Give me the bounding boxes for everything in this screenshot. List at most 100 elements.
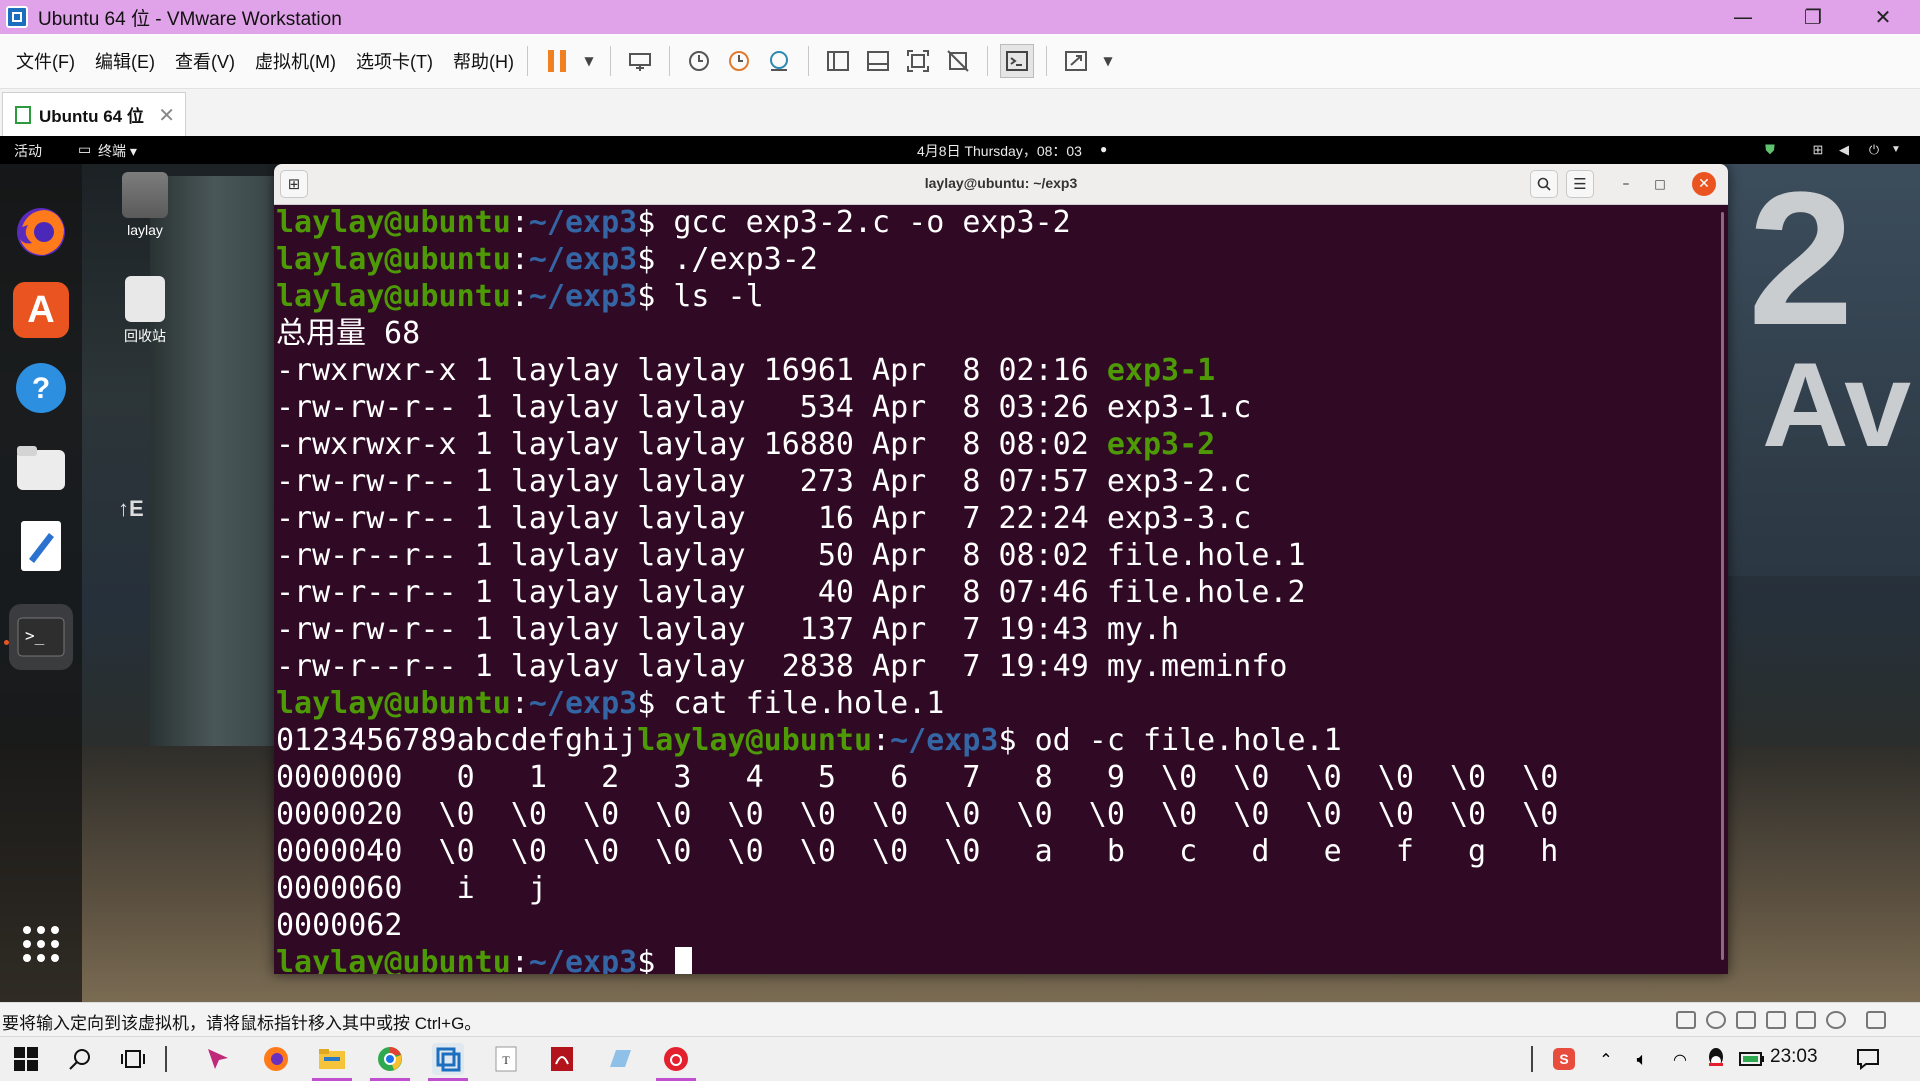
snapshot-manager-button[interactable] [762,44,796,78]
pause-button[interactable] [540,44,574,78]
menu-edit[interactable]: 编辑(E) [95,48,155,74]
volume-icon[interactable]: ◀ [1836,142,1852,158]
terminal-minimize-button[interactable]: – [1614,172,1638,196]
prompt-user: laylay@ubuntu [276,242,511,277]
taskbar-typora[interactable]: T [490,1043,522,1075]
system-menu-arrow-icon[interactable]: ▼ [1888,142,1904,158]
network-adapter-icon[interactable] [1736,1011,1756,1029]
minimize-button[interactable]: — [1708,0,1778,34]
taskbar-vmware[interactable] [432,1043,464,1075]
power-icon[interactable]: ⏻ [1866,142,1882,158]
output-text: 0000060 i j [276,871,547,906]
shield-icon[interactable]: ⛊ [1762,142,1778,158]
menu-vm[interactable]: 虚拟机(M) [255,48,336,74]
printer-icon[interactable] [1766,1011,1786,1029]
software-center-dock-icon[interactable]: A [13,282,69,338]
home-folder-label: laylay [127,222,163,238]
show-applications-button[interactable] [13,916,69,972]
taskbar-netease-music[interactable] [660,1043,692,1075]
terminal-line: -rw-rw-r-- 1 laylay laylay 137 Apr 7 19:… [276,611,1728,648]
tab-close-icon[interactable]: ✕ [158,103,175,127]
message-log-icon[interactable] [1866,1011,1886,1029]
toolbar-divider [526,46,528,76]
fullscreen-button[interactable] [901,44,935,78]
taskbar-app-blue[interactable] [604,1043,636,1075]
vm-display[interactable]: 2 Av ↑E 活动 ▭ 终端 ▾ 4月8日 Thursday，08：03 ● … [0,136,1920,1002]
terminal-maximize-button[interactable]: □ [1648,172,1672,196]
tray-overflow-chevron-icon[interactable]: ⌃ [1590,1043,1622,1075]
trash-desktop-icon[interactable]: 回收站 [100,276,190,346]
terminal-menu-button[interactable]: ☰ [1566,170,1594,198]
tray-sogou-input[interactable]: S [1548,1043,1580,1075]
library-view-button[interactable] [821,44,855,78]
taskbar-firefox[interactable] [260,1043,292,1075]
snapshot-button[interactable] [682,44,716,78]
home-folder-desktop-icon[interactable]: laylay [100,172,190,238]
menu-tabs[interactable]: 选项卡(T) [356,48,433,74]
cd-dvd-icon[interactable] [1706,1011,1726,1029]
tray-volume-icon[interactable]: 🔈︎ [1626,1043,1658,1075]
terminal-header-bar[interactable]: ⊞ laylay@ubuntu: ~/exp3 ☰ – □ ✕ [274,164,1728,205]
terminal-line: 0000020 \0 \0 \0 \0 \0 \0 \0 \0 \0 \0 \0… [276,796,1728,833]
revert-snapshot-button[interactable] [722,44,756,78]
files-dock-icon[interactable] [13,440,69,496]
tray-wifi-icon[interactable]: ◠ [1664,1043,1696,1075]
close-button[interactable]: ✕ [1848,0,1918,34]
start-button[interactable] [10,1043,42,1075]
file-name: my.meminfo [1106,649,1288,684]
taskbar-pdf-reader[interactable] [546,1043,578,1075]
menu-file[interactable]: 文件(F) [16,48,75,74]
task-view-button[interactable] [118,1043,150,1075]
file-listing-details: -rw-r--r-- 1 laylay laylay 50 Apr 8 08:0… [276,538,1107,573]
app-menu[interactable]: 终端 ▾ [98,141,137,161]
terminal-scrollbar[interactable] [1721,212,1724,960]
prompt-colon: : [510,242,529,277]
console-view-button[interactable] [999,44,1034,78]
thumbnail-bar-button[interactable] [861,44,895,78]
taskbar-clock[interactable]: 23:03 [1770,1046,1818,1068]
prompt-dollar: $ [637,945,674,974]
output-text: 0000000 0 1 2 3 4 5 6 7 8 9 \0 \0 \0 \0 … [276,760,1559,795]
taskbar-search-button[interactable] [64,1043,96,1075]
stretch-dropdown-button[interactable]: ▼ [1099,44,1117,78]
prompt-dollar: $ [637,242,674,277]
file-listing-details: -rw-r--r-- 1 laylay laylay 2838 Apr 7 19… [276,649,1107,684]
firefox-dock-icon[interactable] [13,204,69,260]
menu-view[interactable]: 查看(V) [175,48,235,74]
tray-qq-icon[interactable] [1700,1043,1732,1075]
prompt-colon: : [872,723,891,758]
prompt-user: laylay@ubuntu [637,723,873,758]
usb-device-icon[interactable] [1826,1011,1846,1029]
hard-disk-icon[interactable] [1676,1011,1696,1029]
gnome-clock[interactable]: 4月8日 Thursday，08：03 [917,141,1082,161]
terminal-line: laylay@ubuntu:~/exp3$ [276,944,1728,974]
terminal-close-button[interactable]: ✕ [1692,172,1716,196]
file-listing-details: -rw-rw-r-- 1 laylay laylay 273 Apr 8 07:… [276,464,1107,499]
action-center-button[interactable] [1852,1043,1884,1075]
power-dropdown-button[interactable]: ▼ [580,44,598,78]
network-icon[interactable]: ⊞ [1810,142,1826,158]
taskbar-chrome[interactable] [374,1043,406,1075]
sound-card-icon[interactable] [1796,1011,1816,1029]
terminal-output[interactable]: laylay@ubuntu:~/exp3$ gcc exp3-2.c -o ex… [274,204,1728,974]
tab-label: Ubuntu 64 位 [39,107,144,126]
terminal-search-button[interactable] [1530,170,1558,198]
stretch-view-button[interactable] [1059,44,1093,78]
taskbar-file-explorer[interactable] [316,1043,348,1075]
blue-app-icon [610,1050,631,1067]
restore-button[interactable]: ❐ [1778,0,1848,34]
help-dock-icon[interactable]: ? [13,360,69,416]
menu-help[interactable]: 帮助(H) [453,48,514,74]
toolbar-divider [1045,46,1047,76]
send-ctrl-alt-del-button[interactable] [623,44,657,78]
terminal-window[interactable]: ⊞ laylay@ubuntu: ~/exp3 ☰ – □ ✕ laylay@u… [274,164,1728,974]
activities-button[interactable]: 活动 [14,141,42,161]
unity-mode-button[interactable] [941,44,975,78]
terminal-dock-icon[interactable]: >_ [9,604,73,670]
prompt-path: ~/exp3 [528,686,638,721]
tab-ubuntu[interactable]: Ubuntu 64 位 ✕ [2,92,186,136]
stretch-icon [1064,51,1087,71]
tray-battery-icon[interactable] [1736,1043,1768,1075]
text-editor-dock-icon[interactable] [13,518,69,574]
taskbar-app-pointer[interactable] [202,1043,234,1075]
